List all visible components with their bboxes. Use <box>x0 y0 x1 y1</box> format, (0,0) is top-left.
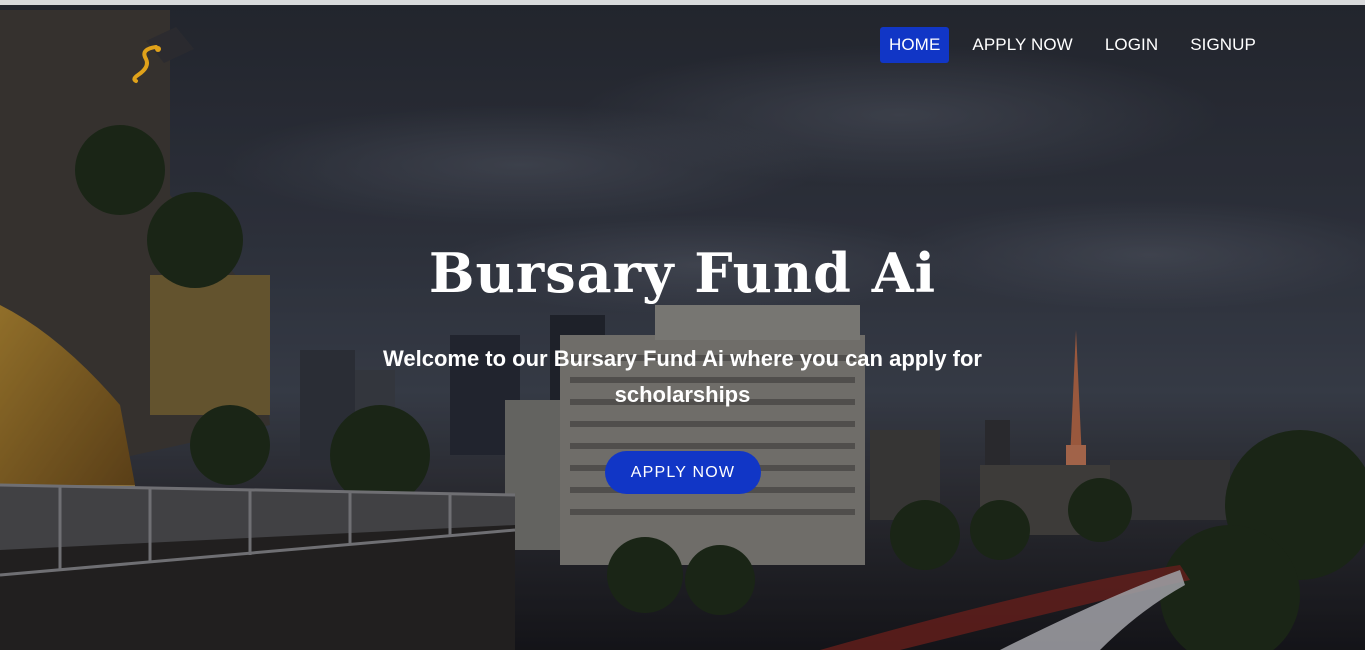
hero-background-image <box>0 5 1365 650</box>
nav-home-link[interactable]: HOME <box>879 27 950 63</box>
nav-login-link[interactable]: LOGIN <box>1096 27 1167 63</box>
scholar-cap-logo-icon[interactable] <box>118 19 198 89</box>
nav-signup-link[interactable]: SIGNUP <box>1181 27 1265 63</box>
hero-section: HOME APPLY NOW LOGIN SIGNUP Bursary Fund… <box>0 5 1365 650</box>
nav-apply-now-link[interactable]: APPLY NOW <box>963 27 1081 63</box>
main-nav: HOME APPLY NOW LOGIN SIGNUP <box>879 27 1265 63</box>
hero-title: Bursary Fund Ai <box>428 241 937 305</box>
apply-now-button[interactable]: APPLY NOW <box>605 451 761 494</box>
browser-top-border <box>0 0 1365 5</box>
hero-subtitle: Welcome to our Bursary Fund Ai where you… <box>383 346 982 407</box>
